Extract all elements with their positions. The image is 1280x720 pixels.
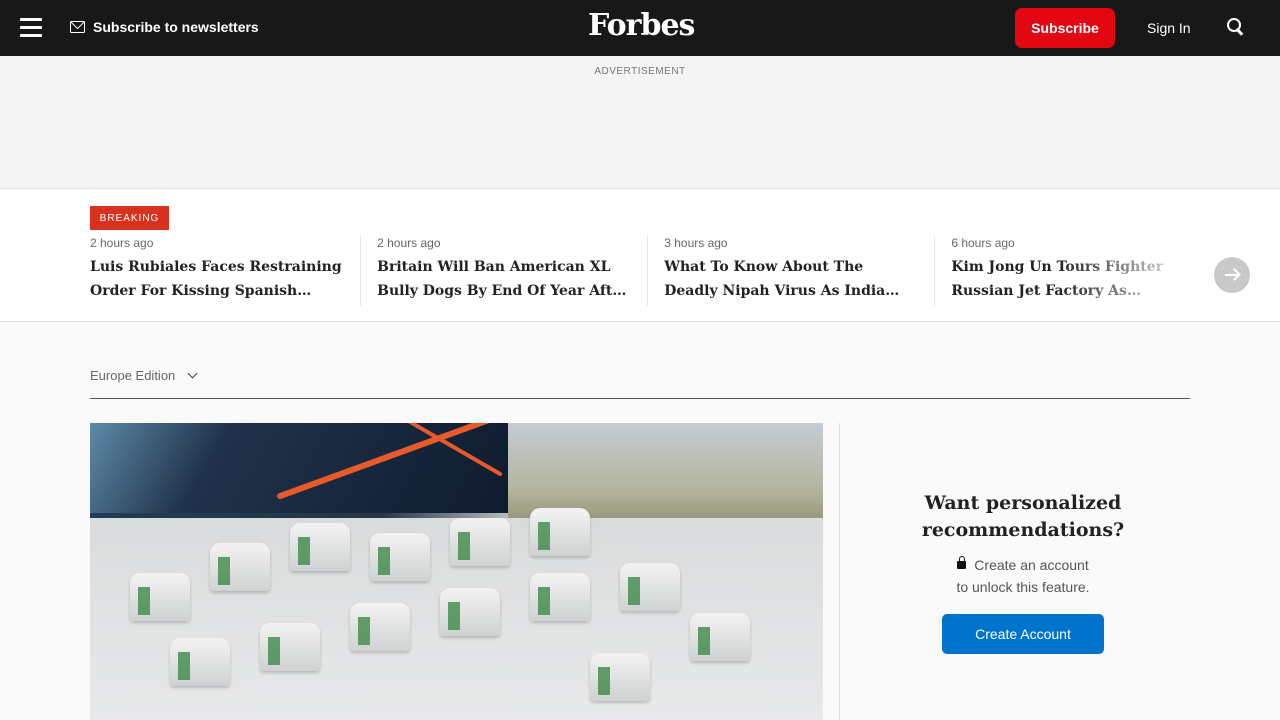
hero-image-pod [530, 573, 590, 621]
story-headline[interactable]: Luis Rubiales Faces Restraining Order Fo… [90, 255, 346, 303]
sidebar-divider [839, 423, 840, 720]
story-item[interactable]: 3 hours ago What To Know About The Deadl… [664, 236, 936, 306]
hero-image-pod [620, 563, 680, 611]
story-time: 2 hours ago [377, 236, 441, 250]
edition-selector[interactable]: Europe Edition [90, 368, 198, 383]
top-navigation: Subscribe to newsletters Forbes Subscrib… [0, 0, 1280, 56]
recommendations-line1: Create an account [974, 557, 1089, 573]
hero-image-pod [290, 523, 350, 571]
story-time: 3 hours ago [664, 236, 728, 250]
story-time: 6 hours ago [951, 236, 1015, 250]
newsletter-label: Subscribe to newsletters [93, 19, 259, 35]
hero-image-pod [210, 543, 270, 591]
create-account-button[interactable]: Create Account [942, 614, 1104, 654]
chevron-down-icon [187, 368, 198, 379]
mail-icon [70, 21, 85, 33]
hero-image-pod [690, 613, 750, 661]
story-item[interactable]: 2 hours ago Britain Will Ban American XL… [377, 236, 649, 306]
forbes-logo[interactable]: Forbes [588, 8, 695, 43]
recommendations-heading: Want personalized recommendations? [921, 492, 1125, 541]
hero-image-pod [370, 533, 430, 581]
story-list: 2 hours ago Luis Rubiales Faces Restrain… [90, 236, 1190, 306]
hero-image-pod [590, 653, 650, 701]
hero-image-pod [350, 603, 410, 651]
search-icon[interactable] [1227, 18, 1245, 36]
hero-image-pod [530, 508, 590, 556]
lock-icon [957, 556, 967, 569]
hero-image-pod [170, 638, 230, 686]
breaking-badge: BREAKING [90, 206, 169, 230]
edition-divider [90, 398, 1190, 399]
hero-image-pod [440, 588, 500, 636]
hamburger-menu-icon[interactable] [20, 18, 42, 38]
newsletter-link[interactable]: Subscribe to newsletters [70, 19, 259, 35]
hero-article-image[interactable] [90, 423, 823, 720]
advertisement-slot: ADVERTISEMENT [0, 56, 1280, 189]
hero-image-pod [130, 573, 190, 621]
story-headline[interactable]: Britain Will Ban American XL Bully Dogs … [377, 255, 633, 303]
hero-image-pod [450, 518, 510, 566]
sign-in-link[interactable]: Sign In [1147, 20, 1191, 36]
recommendations-text: Create an account to unlock this feature… [900, 554, 1146, 598]
story-item[interactable]: 2 hours ago Luis Rubiales Faces Restrain… [90, 236, 362, 306]
edition-label: Europe Edition [90, 368, 176, 383]
story-headline[interactable]: What To Know About The Deadly Nipah Viru… [664, 255, 920, 303]
subscribe-button[interactable]: Subscribe [1015, 8, 1115, 48]
story-headline[interactable]: Kim Jong Un Tours Fighter Russian Jet Fa… [951, 255, 1176, 303]
next-arrow-icon[interactable] [1214, 257, 1250, 293]
breaking-news-ticker: BREAKING 2 hours ago Luis Rubiales Faces… [0, 190, 1280, 322]
advertisement-label: ADVERTISEMENT [594, 66, 686, 77]
recommendations-line2: to unlock this feature. [956, 579, 1090, 595]
story-item[interactable]: 6 hours ago Kim Jong Un Tours Fighter Ru… [951, 236, 1190, 306]
story-time: 2 hours ago [90, 236, 154, 250]
hero-image-pod [260, 623, 320, 671]
